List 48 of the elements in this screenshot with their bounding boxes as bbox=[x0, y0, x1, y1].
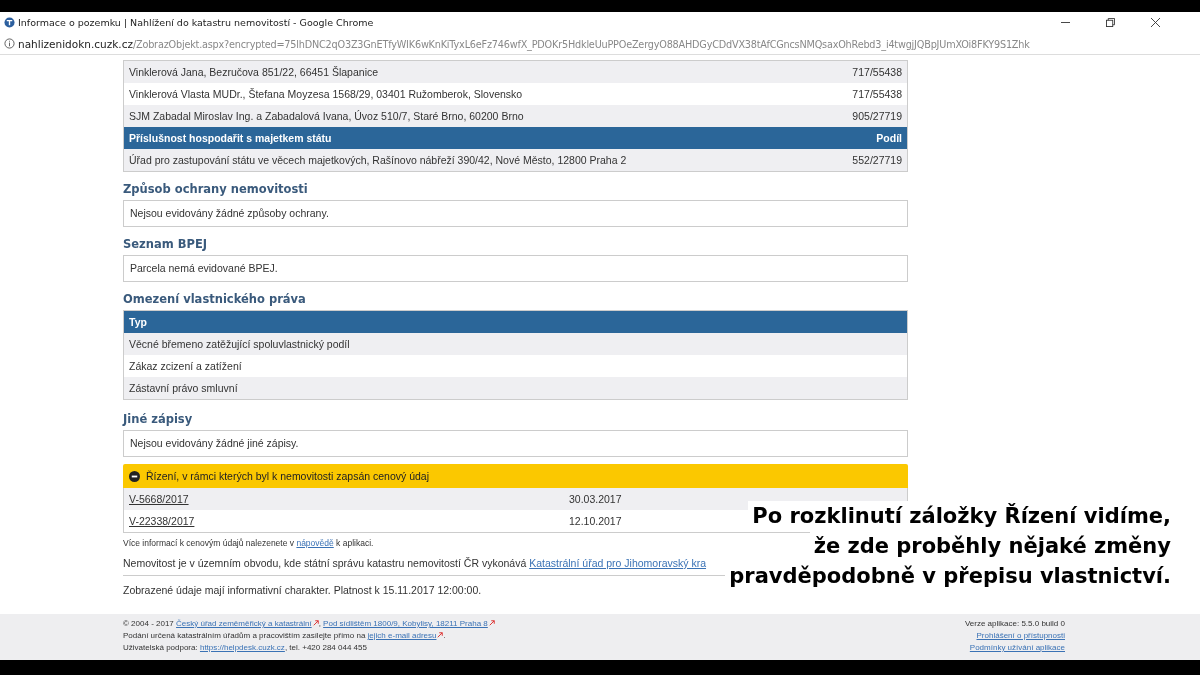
share-value: 552/27719 bbox=[852, 154, 902, 166]
app-icon bbox=[4, 17, 15, 28]
footer-link[interactable]: https://helpdesk.cuzk.cz bbox=[199, 643, 285, 652]
footer-link[interactable]: Prohlášení o přístupnosti bbox=[976, 630, 1065, 642]
collapse-icon bbox=[129, 470, 140, 482]
share-value: 717/55438 bbox=[852, 66, 902, 78]
column-header: Příslušnost hospodařit s majetkem státu bbox=[129, 132, 332, 144]
column-header: Typ bbox=[124, 311, 907, 333]
footer-text: © 2004 - 2017 Český úřad zeměměřický a katastrální , Pod sídlištěm 1800/9, Kobylisy, 18211 Praha 8 bbox=[123, 618, 495, 630]
external-link-icon bbox=[312, 620, 319, 626]
owner-name: SJM Zabadal Miroslav Ing. a Zabadalová Ivana, Úvoz 510/7, Staré Brno, 60200 Brno bbox=[129, 110, 524, 122]
external-link-icon bbox=[488, 620, 495, 626]
table-cell: Věcné břemeno zatěžující spoluvlastnický podíl bbox=[124, 333, 907, 355]
section-heading: Jiné zápisy bbox=[123, 412, 194, 426]
window-title: Informace o pozemku | Nahlížení do katastru nemovitostí - Google Chrome bbox=[18, 17, 375, 28]
restore-icon[interactable] bbox=[1106, 18, 1115, 27]
section-heading: Způsob ochrany nemovitosti bbox=[123, 182, 309, 196]
proceeding-link[interactable]: V-5668/2017 bbox=[129, 493, 569, 505]
proceedings-header[interactable]: Řízení, v rámci kterých byl k nemovitosti zapsán cenový údaj bbox=[123, 464, 908, 488]
column-header: Podíl bbox=[876, 132, 902, 144]
footer-link[interactable]: Podmínky užívání aplikace bbox=[969, 642, 1065, 654]
footer-link[interactable]: Český úřad zeměměřický a katastrální bbox=[176, 619, 319, 628]
owner-name: Vinklerová Vlasta MUDr., Štefana Moyzesa 1568/29, 03401 Ružomberok, Slovensko bbox=[129, 88, 523, 100]
owner-name: Vinklerová Jana, Bezručova 851/22, 66451 Šlapanice bbox=[129, 66, 379, 78]
external-link-icon bbox=[437, 632, 444, 638]
footer-text: Uživatelská podpora: https://helpdesk.cuzk.cz, tel. +420 284 044 455 bbox=[123, 642, 368, 654]
share-value: 717/55438 bbox=[852, 88, 902, 100]
share-value: 905/27719 bbox=[852, 110, 902, 122]
address-url[interactable]: nahlizenidokn.cuzk.cz/ZobrazObjekt.aspx?encrypted=75lhDNC2qO3Z3GnETfyWIK6wKnKiTyxL6eFz746wfX_PDOKr5HdkleUuPPOeZergyO88AHDGyCDdVX38tAfCGncsNMQsaxOhRebd3_i4twgjJQBpJUmXOi8FKY9S1Zhk bbox=[18, 37, 1030, 50]
info-box: Nejsou evidovány žádné jiné zápisy. bbox=[123, 430, 908, 457]
proceeding-date: 12.10.2017 bbox=[569, 515, 622, 527]
table-cell: Zástavní právo smluvní bbox=[124, 377, 907, 399]
footer-text: Podání určená katastrálním úřadům a pracovištím zasílejte přímo na jejich e-mail adresu . bbox=[123, 630, 447, 642]
owner-name: Úřad pro zastupování státu ve věcech majetkových, Rašínovo nábřeží 390/42, Nové Město, 12800 Praha 2 bbox=[129, 154, 627, 166]
info-box: Parcela nemá evidované BPEJ. bbox=[123, 255, 908, 282]
close-icon[interactable] bbox=[1151, 18, 1160, 27]
validity-text: Zobrazené údaje mají informativní charakter. Platnost k 15.11.2017 12:00:00. bbox=[123, 584, 483, 596]
footer-link[interactable]: Pod sídlištěm 1800/9, Kobylisy, 18211 Praha 8 bbox=[323, 619, 495, 628]
section-heading: Seznam BPEJ bbox=[123, 237, 209, 251]
version-text: Verze aplikace: 5.5.0 build 0 bbox=[964, 618, 1065, 630]
proceeding-date: 30.03.2017 bbox=[569, 493, 622, 505]
office-link[interactable]: Katastrální úřad pro Jihomoravský kra bbox=[529, 557, 706, 569]
help-link[interactable]: nápovědě bbox=[296, 538, 334, 548]
footer-link[interactable]: jejich e-mail adresu bbox=[367, 631, 444, 640]
section-heading: Omezení vlastnického práva bbox=[123, 292, 307, 306]
info-icon[interactable] bbox=[4, 38, 15, 49]
proceeding-link[interactable]: V-22338/2017 bbox=[129, 515, 569, 527]
info-box: Nejsou evidovány žádné způsoby ochrany. bbox=[123, 200, 908, 227]
